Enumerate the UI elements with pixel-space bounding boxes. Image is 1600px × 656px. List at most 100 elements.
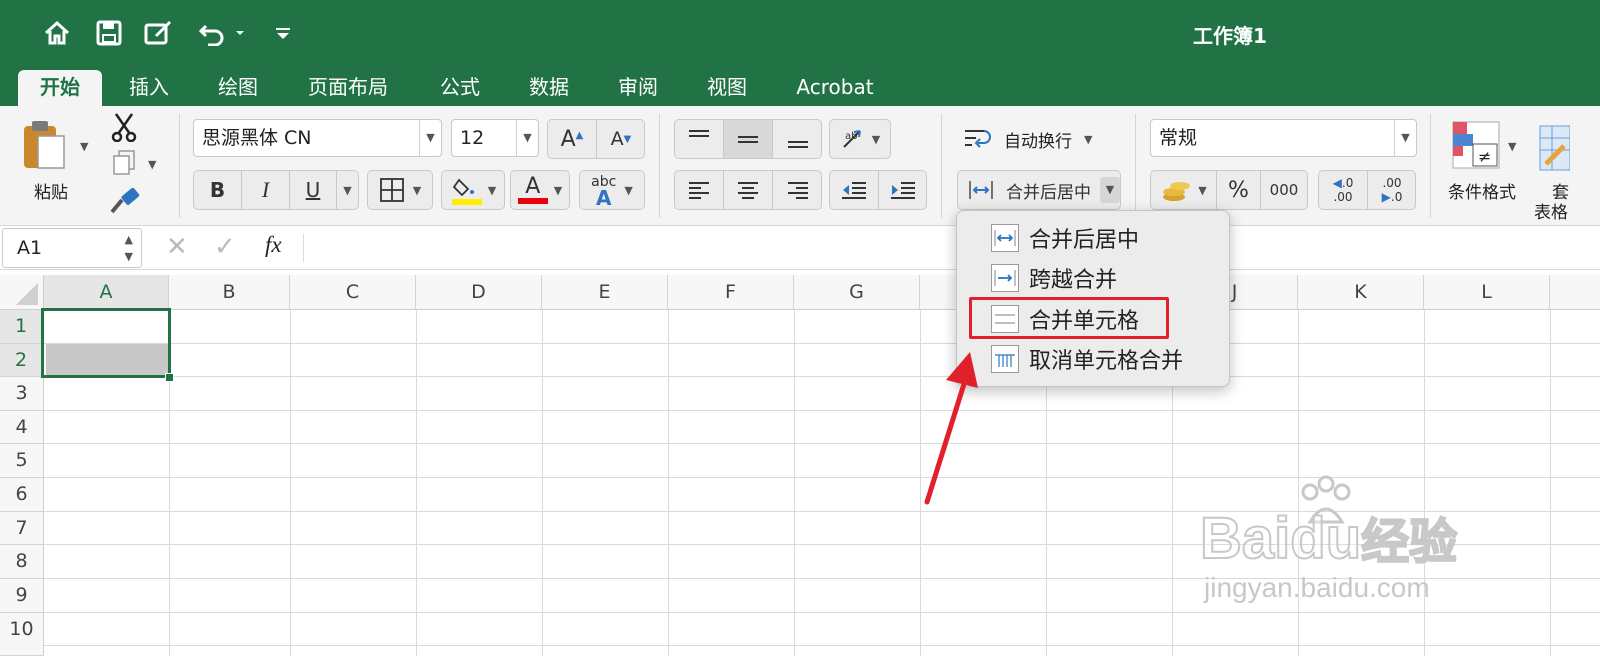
tab-home[interactable]: 开始 [18, 70, 102, 106]
row-header[interactable]: 8 [0, 545, 44, 579]
tab-view[interactable]: 视图 [690, 70, 764, 106]
decrease-decimal-button[interactable]: .00 ▶.0 [1368, 171, 1416, 209]
row-header[interactable]: 3 [0, 377, 44, 411]
format-painter-icon[interactable] [108, 187, 140, 220]
format-table-label-2[interactable]: 表格 [1534, 198, 1568, 223]
column-header[interactable]: G [794, 275, 920, 310]
tab-acrobat[interactable]: Acrobat [780, 70, 890, 106]
home-icon[interactable] [42, 18, 72, 48]
tab-review[interactable]: 审阅 [601, 70, 675, 106]
grid-line [794, 310, 795, 656]
formula-divider [303, 234, 304, 262]
phonetic-button[interactable]: abc A ▼ [579, 170, 645, 210]
customize-icon[interactable] [268, 18, 298, 48]
cut-icon[interactable] [110, 112, 138, 146]
borders-icon [379, 178, 404, 202]
font-color-button[interactable]: A ▼ [510, 170, 570, 210]
insert-function-icon[interactable]: fx [265, 232, 282, 258]
column-header[interactable]: D [416, 275, 542, 310]
watermark-url: jingyan.baidu.com [1204, 572, 1430, 603]
fill-color-button[interactable]: ▼ [441, 170, 505, 210]
underline-button[interactable]: U [290, 171, 336, 209]
paste-dropdown-icon[interactable]: ▼ [80, 140, 88, 153]
column-header[interactable]: C [290, 275, 416, 310]
align-middle-icon[interactable] [724, 120, 773, 158]
row-header[interactable]: 1 [0, 310, 44, 344]
chevron-down-icon[interactable]: ▼ [419, 120, 441, 156]
chevron-down-icon[interactable]: ▼ [1394, 120, 1416, 156]
vertical-align-group [674, 119, 822, 159]
decrease-indent-icon[interactable] [830, 171, 879, 209]
fill-handle[interactable] [165, 373, 174, 382]
tab-page-layout[interactable]: 页面布局 [290, 70, 406, 106]
orientation-button[interactable]: ab ▼ [829, 119, 891, 159]
row-header[interactable]: 5 [0, 444, 44, 478]
ribbon-separator [659, 114, 660, 218]
merge-dropdown-icon[interactable]: ▼ [1100, 177, 1120, 203]
row-header[interactable]: 9 [0, 579, 44, 613]
formula-input[interactable] [310, 228, 1598, 268]
align-right-icon[interactable] [773, 171, 822, 209]
undo-icon[interactable] [198, 18, 250, 48]
watermark-brand-2: du [1289, 505, 1362, 572]
font-size-select[interactable]: 12 ▼ [451, 119, 539, 157]
menu-item-label: 取消单元格合并 [1029, 349, 1184, 374]
increase-indent-icon[interactable] [879, 171, 927, 209]
row-header[interactable]: 10 [0, 613, 44, 656]
save-icon[interactable] [94, 18, 124, 48]
confirm-formula-icon[interactable]: ✓ [214, 232, 236, 262]
copy-dropdown-icon[interactable]: ▼ [148, 158, 156, 171]
column-header[interactable] [1550, 275, 1600, 310]
align-bottom-icon[interactable] [773, 120, 822, 158]
chevron-down-icon[interactable]: ▼ [516, 120, 538, 156]
align-center-icon[interactable] [724, 171, 773, 209]
conditional-format-dropdown-icon[interactable]: ▼ [1508, 140, 1516, 153]
decrease-font-button[interactable]: A ▼ [597, 120, 645, 158]
align-top-icon[interactable] [675, 120, 724, 158]
underline-dropdown-icon[interactable]: ▼ [336, 171, 358, 209]
increase-decimal-button[interactable]: ◀.0 .00 [1319, 171, 1368, 209]
accounting-format-button[interactable]: ▼ [1151, 171, 1217, 209]
italic-button[interactable]: I [242, 171, 290, 209]
conditional-format-label[interactable]: 条件格式 [1448, 178, 1516, 203]
merge-center-button[interactable]: 合并后居中 ▼ [957, 170, 1121, 210]
column-header[interactable]: E [542, 275, 668, 310]
column-header[interactable]: K [1298, 275, 1424, 310]
cell-selection[interactable] [41, 308, 171, 378]
column-header[interactable]: A [44, 275, 169, 310]
font-name-select[interactable]: 思源黑体 CN ▼ [193, 119, 442, 157]
cancel-formula-icon[interactable]: ✕ [166, 232, 188, 262]
conditional-format-icon[interactable]: ≠ [1451, 120, 1501, 174]
row-header[interactable]: 2 [0, 344, 44, 377]
menu-item-merge-center[interactable]: 合并后居中 [957, 218, 1229, 258]
tab-data[interactable]: 数据 [512, 70, 586, 106]
wrap-text-button[interactable]: 自动换行 ▼ [962, 126, 1092, 152]
column-header[interactable]: F [668, 275, 794, 310]
column-header[interactable]: B [169, 275, 290, 310]
menu-item-merge-across[interactable]: 跨越合并 [957, 258, 1229, 298]
bold-button[interactable]: B [194, 171, 242, 209]
grid-line [542, 310, 543, 656]
row-header[interactable]: 4 [0, 411, 44, 444]
tab-formulas[interactable]: 公式 [423, 70, 497, 106]
percent-button[interactable]: % [1217, 171, 1261, 209]
font-style-group: B I U ▼ [193, 170, 359, 210]
format-table-icon[interactable] [1538, 124, 1571, 176]
tab-draw[interactable]: 绘图 [201, 70, 275, 106]
name-box[interactable]: A1 ▲ ▼ [2, 228, 142, 268]
paste-icon[interactable] [20, 118, 76, 170]
borders-button[interactable]: ▼ [367, 170, 433, 210]
edit-icon[interactable] [144, 18, 174, 48]
increase-font-button[interactable]: A ▲ [548, 120, 597, 158]
row-header[interactable]: 7 [0, 512, 44, 545]
name-box-stepper-icon[interactable]: ▲ ▼ [125, 231, 133, 265]
align-left-icon[interactable] [675, 171, 724, 209]
thousands-button[interactable]: 000 [1261, 171, 1307, 209]
copy-icon[interactable] [112, 150, 136, 180]
row-header[interactable]: 6 [0, 478, 44, 512]
phonetic-icon: A [596, 186, 612, 210]
column-header[interactable]: L [1424, 275, 1550, 310]
tab-insert[interactable]: 插入 [112, 70, 186, 106]
select-all-corner[interactable] [0, 275, 44, 310]
number-format-select[interactable]: 常规 ▼ [1150, 119, 1417, 157]
